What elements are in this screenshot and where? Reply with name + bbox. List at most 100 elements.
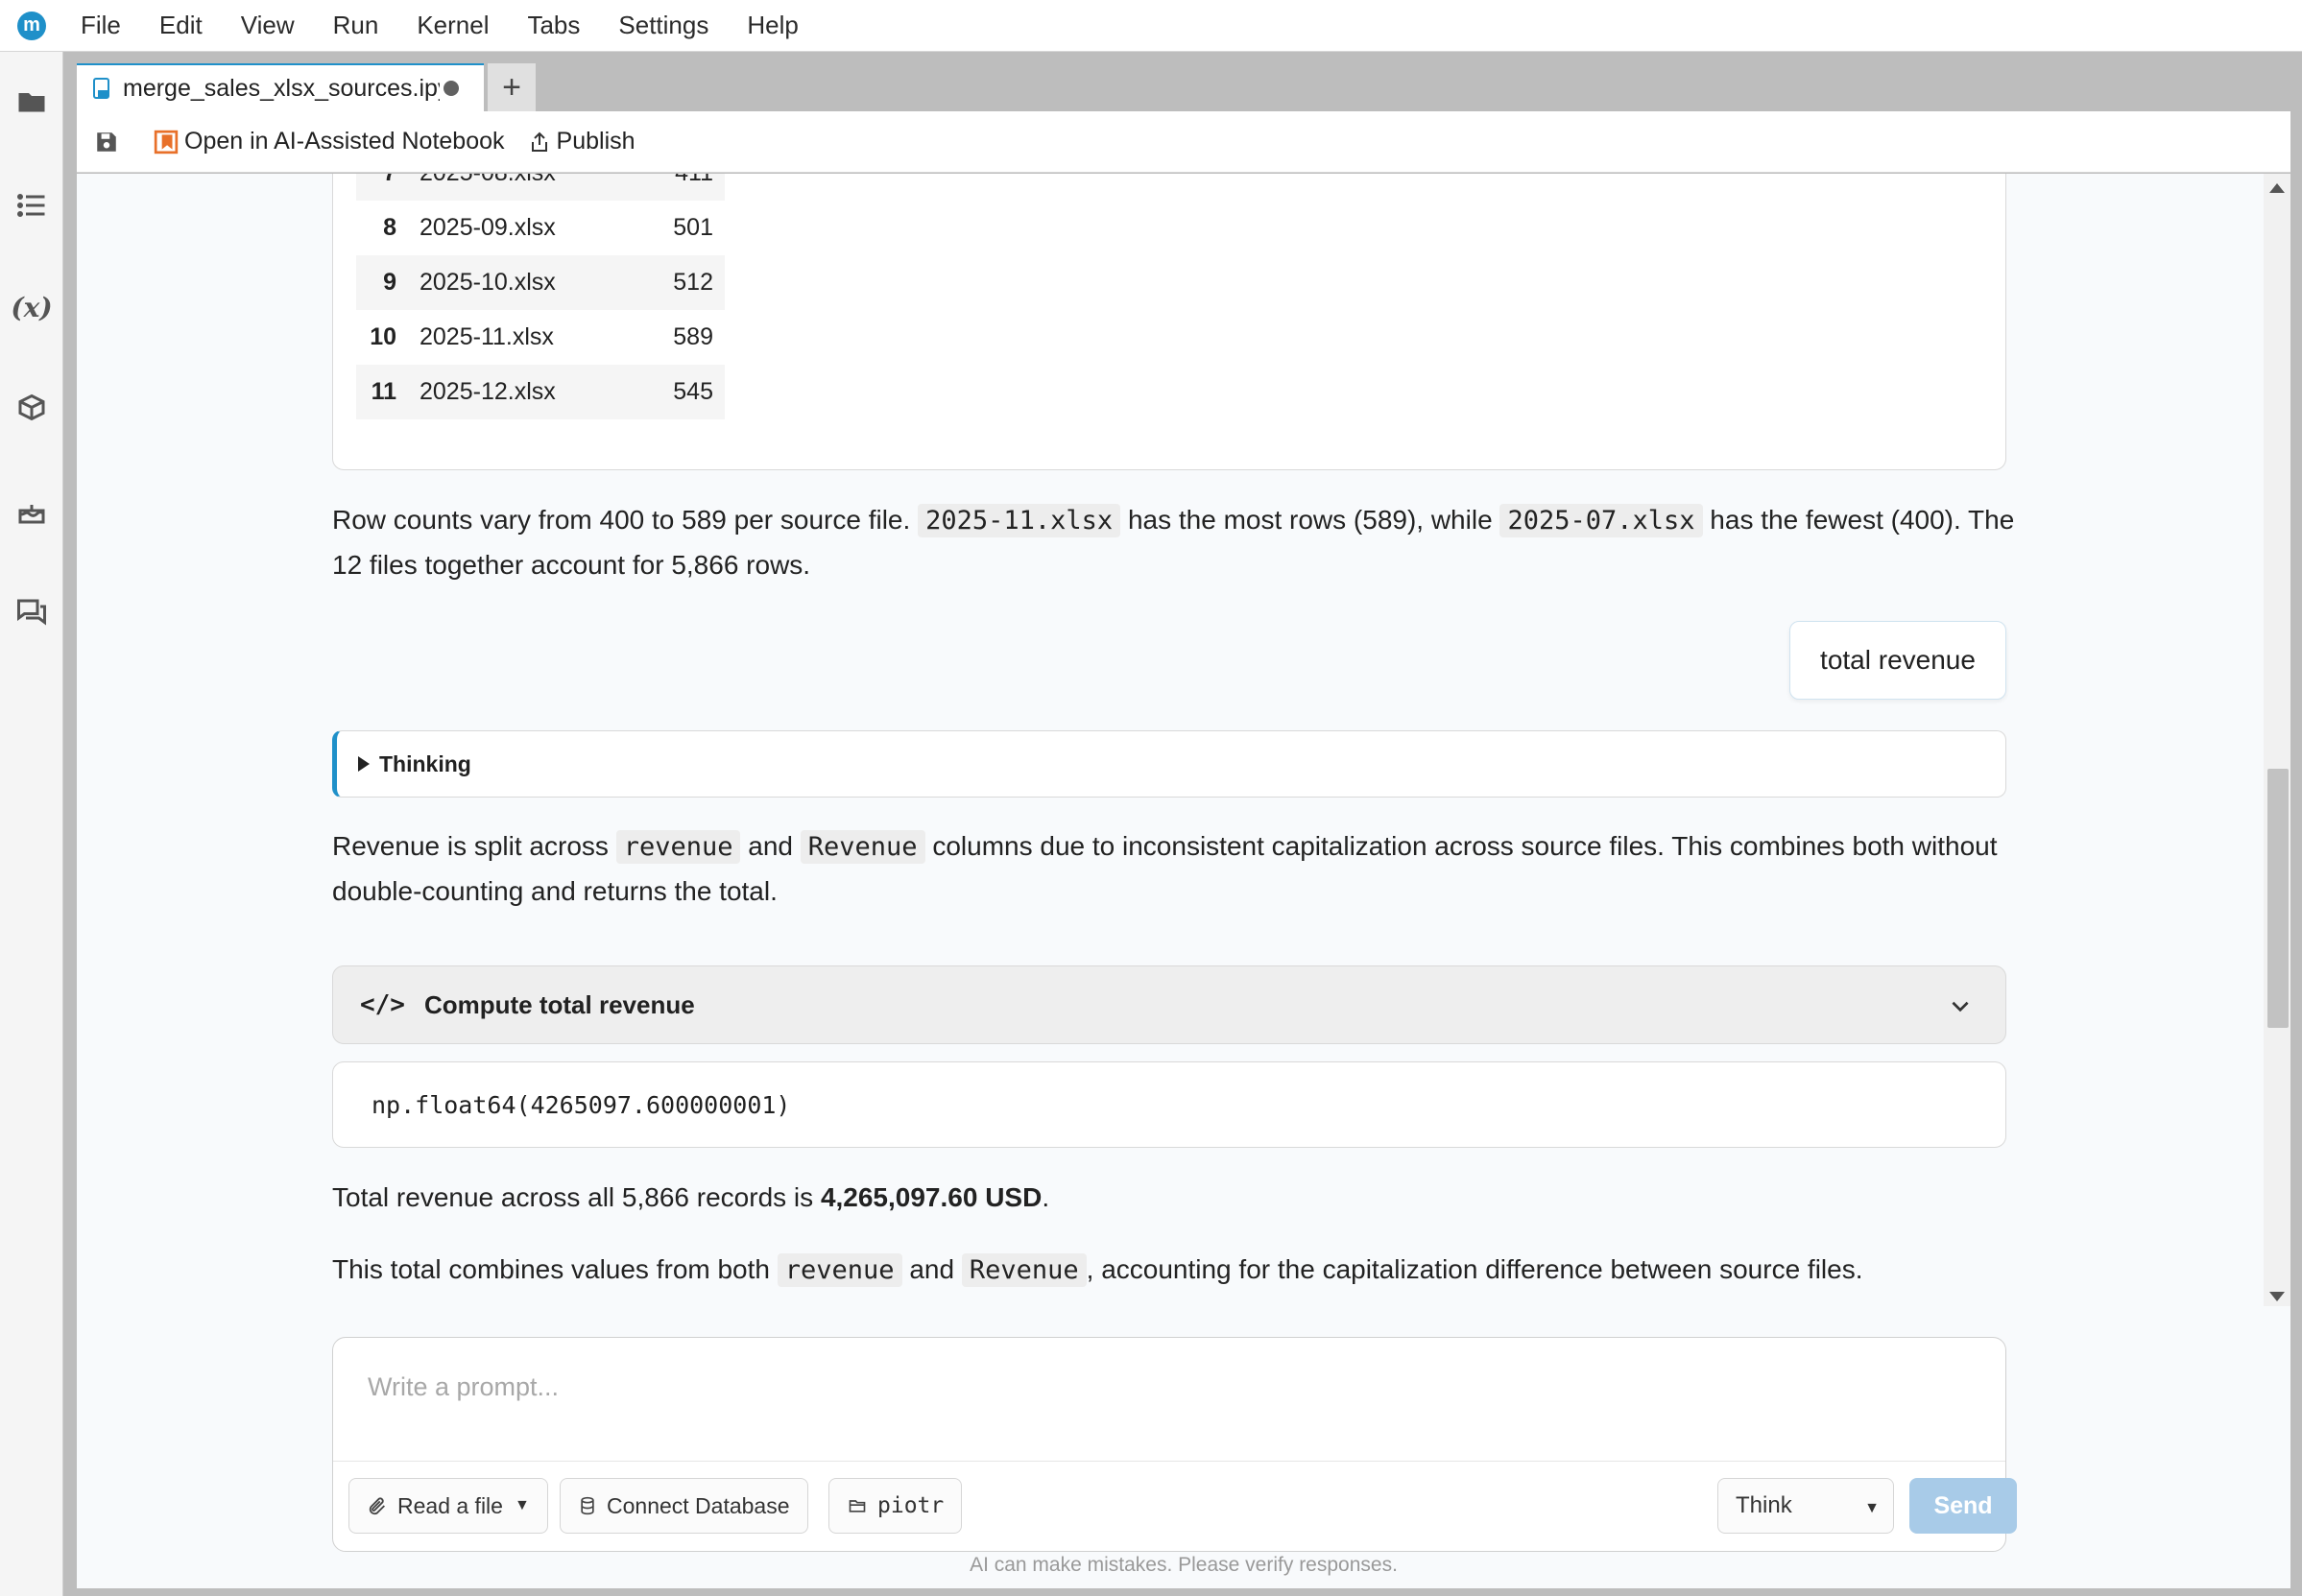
select-caret-icon: ▼ [1864,1500,1880,1516]
row-index: 8 [383,214,396,241]
expand-triangle-icon [358,756,370,772]
assistant-message-row-counts: Row counts vary from 400 to 589 per sour… [332,498,2022,587]
row-index: 11 [356,365,408,419]
inline-code: revenue [615,830,741,864]
row-file: 2025-09.xlsx [420,214,556,241]
database-icon [581,1496,594,1515]
menu-tabs[interactable]: Tabs [521,7,586,44]
row-count: 589 [673,323,713,350]
read-file-label: Read a file [397,1492,503,1518]
inline-code: 2025-07.xlsx [1499,504,1703,537]
thinking-label: Thinking [379,750,471,776]
row-count: 545 [648,365,725,419]
user-message: total revenue [1789,621,2006,700]
prompt-box: Read a file ▼ Connect Database piotr Thi… [332,1337,2017,1552]
paperclip-icon [369,1497,385,1515]
total-revenue-value: 4,265,097.60 USD [820,1182,1043,1212]
folder-label: piotr [877,1493,945,1518]
mode-select[interactable]: Think ▼ [1717,1478,1894,1534]
save-icon[interactable] [94,130,125,155]
inline-code: Revenue [800,830,925,864]
connect-database-button[interactable]: Connect Database [560,1478,808,1534]
notebook-toolbar: Open in AI-Assisted Notebook Publish [77,111,2290,173]
row-file: 2025-10.xlsx [408,255,648,310]
ai-notebook-icon [154,130,179,154]
open-ai-label: Open in AI-Assisted Notebook [184,128,505,155]
mode-select-value: Think [1736,1492,1792,1518]
share-icon [531,131,547,152]
chevron-down-icon[interactable] [1948,993,1973,1018]
row-index: 10 [370,323,396,350]
scroll-down-icon[interactable] [2269,1292,2285,1301]
code-output: np.float64(4265097.600000001) [332,1061,2006,1148]
package-icon[interactable] [12,390,51,428]
dropdown-caret-icon: ▼ [514,1497,530,1513]
prompt-input[interactable] [368,1363,1980,1411]
send-button[interactable]: Send [1909,1478,2017,1534]
menu-file[interactable]: File [75,7,127,44]
text: Row counts vary from 400 to 589 per sour… [332,505,911,535]
row-file: 2025-08.xlsx [408,174,648,201]
publish-button[interactable]: Publish [528,128,635,155]
table-row: 8 2025-09.xlsx 501 [356,201,725,255]
menu-run[interactable]: Run [327,7,385,44]
tab-bar: merge_sales_xlsx_sources.ipynb + [77,63,536,111]
prompt-divider [333,1461,2005,1462]
text: and [909,1254,955,1284]
text: . [1042,1182,1050,1212]
new-tab-button[interactable]: + [488,63,536,111]
variables-icon[interactable]: (x) [11,288,52,326]
scroll-up-icon[interactable] [2269,183,2285,193]
folder-button[interactable]: piotr [828,1478,963,1534]
menu-help[interactable]: Help [741,7,803,44]
menu-edit[interactable]: Edit [154,7,208,44]
row-file: 2025-12.xlsx [408,365,648,419]
left-sidebar: (x) [0,52,63,1596]
dataframe-output: 7 2025-08.xlsx 411 8 2025-09.xlsx 501 9 … [332,174,2006,470]
text: and [748,831,793,861]
row-count-table: 7 2025-08.xlsx 411 8 2025-09.xlsx 501 9 … [356,174,725,419]
menu-bar: m File Edit View Run Kernel Tabs Setting… [0,0,2302,52]
folder-icon[interactable] [12,83,51,121]
unsaved-dot-icon[interactable] [444,81,459,96]
text: Total revenue across all 5,866 records i… [332,1182,814,1212]
content-scrollbar[interactable] [2264,174,2290,1306]
code-cell-header[interactable]: </> Compute total revenue [332,965,2006,1044]
tab-label: merge_sales_xlsx_sources.ipynb [123,74,440,102]
inline-code: revenue [777,1253,902,1287]
row-count: 411 [648,174,725,201]
open-ai-notebook-button[interactable]: Open in AI-Assisted Notebook [154,128,505,155]
folder-open-icon [849,1500,866,1513]
text: Revenue is split across [332,831,609,861]
text: , accounting for the capitalization diff… [1086,1254,1863,1284]
code-icon: </> [360,990,405,1019]
connect-database-label: Connect Database [607,1492,790,1518]
table-row: 11 2025-12.xlsx 545 [356,365,725,419]
disclaimer: AI can make mistakes. Please verify resp… [970,1554,1398,1576]
row-index: 7 [356,174,408,201]
menu-kernel[interactable]: Kernel [411,7,494,44]
menu-settings[interactable]: Settings [612,7,714,44]
notebook-icon [93,78,109,99]
text: This total combines values from both [332,1254,770,1284]
assistant-message-total: Total revenue across all 5,866 records i… [332,1176,2022,1220]
text: has the most rows (589), while [1127,505,1493,535]
publish-label: Publish [556,128,635,155]
row-index: 9 [356,255,408,310]
row-count: 501 [673,214,713,241]
assistant-message-combined: This total combines values from both rev… [332,1248,2022,1293]
tab-notebook[interactable]: merge_sales_xlsx_sources.ipynb [77,63,484,111]
code-cell-title: Compute total revenue [423,989,695,1019]
scroll-thumb[interactable] [2267,769,2289,1028]
app-logo: m [17,11,46,40]
menu-view[interactable]: View [235,7,300,44]
table-row: 7 2025-08.xlsx 411 [356,174,725,201]
chat-icon[interactable] [12,593,51,631]
table-row: 9 2025-10.xlsx 512 [356,255,725,310]
inline-code: Revenue [961,1253,1087,1287]
cake-icon[interactable] [12,491,51,530]
read-file-button[interactable]: Read a file ▼ [348,1478,548,1534]
thinking-toggle[interactable]: Thinking [332,730,2006,798]
assistant-message-revenue-split: Revenue is split across revenue and Reve… [332,824,2022,914]
list-icon[interactable] [12,186,51,225]
